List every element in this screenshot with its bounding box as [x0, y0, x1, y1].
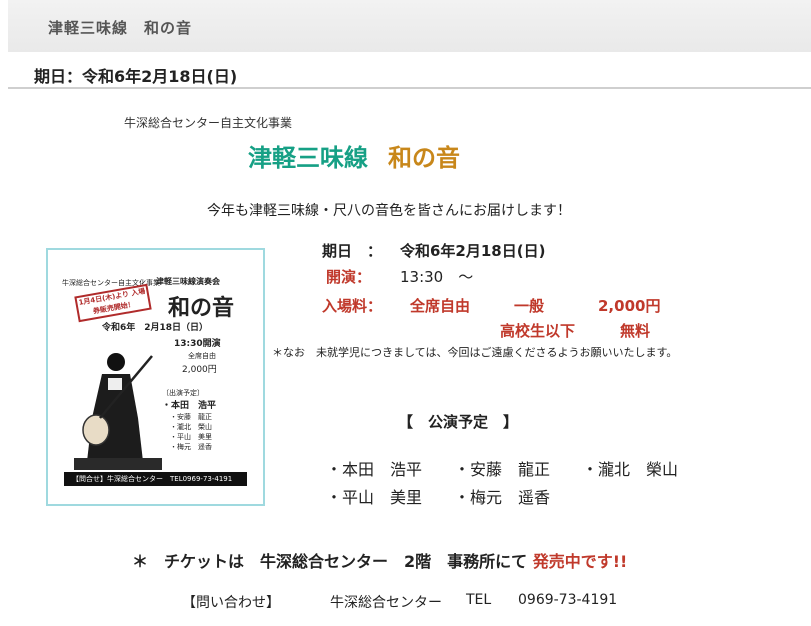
general-label: 一般	[514, 297, 545, 315]
event-title-a: 津軽三味線	[248, 144, 368, 172]
ticket-text: ＊ チケットは 牛深総合センター 2階 事務所にて	[132, 552, 528, 571]
start-value: 13:30 ～	[400, 268, 474, 286]
poster-big-title: 和の音	[168, 296, 235, 321]
poster-time: 13:30開演	[174, 339, 221, 349]
poster-cast-2: ・安藤 龍正	[170, 413, 212, 421]
note-text: ＊なお 未就学児につきましては、今回はご遠慮くださるようお願いいたします。	[272, 346, 678, 359]
admission-seat: 全席自由	[410, 297, 471, 315]
student-label: 高校生以下	[500, 322, 576, 340]
poster-cast-4: ・平山 美里	[170, 433, 212, 441]
contact-venue: 牛深総合センター	[330, 595, 442, 611]
organizer-text: 牛深総合センター自主文化事業	[124, 116, 293, 130]
poster-sale-tag: 1月4日(木)より 入場券販売開始！	[74, 283, 152, 323]
poster-cast-label: 〔出演予定〕	[162, 389, 204, 397]
date-label: 期日 ：	[322, 242, 383, 260]
poster-cast-5: ・梅元 遥香	[170, 443, 212, 451]
page-title: 津軽三味線 和の音	[48, 19, 193, 37]
general-price: 2,000円	[598, 297, 661, 315]
event-poster: 牛深総合センター自主文化事業 津軽三味線演奏会 1月4日(木)より 入場券販売開…	[46, 248, 265, 506]
ticket-info: ＊ チケットは 牛深総合センター 2階 事務所にて 発売中です!!	[132, 548, 627, 572]
admission-label: 入場料：	[322, 297, 383, 315]
performers-row-1: ・本田 浩平 ・安藤 龍正 ・瀧北 榮山	[326, 460, 679, 479]
poster-cast-1: ・本田 浩平	[162, 401, 217, 411]
performers-row-2: ・平山 美里 ・梅元 遥香	[326, 488, 551, 507]
performer-image	[72, 348, 164, 470]
event-title-b: 和の音	[388, 144, 460, 172]
poster-seat: 全席自由	[188, 352, 216, 360]
program-title: 【 公演予定 】	[398, 413, 519, 431]
start-label: 開演：	[326, 268, 372, 286]
poster-date: 令和6年 2月18日（日）	[102, 323, 209, 333]
poster-price: 2,000円	[182, 365, 217, 375]
ticket-highlight: 発売中です!!	[532, 552, 628, 571]
student-price: 無料	[620, 322, 651, 340]
contact-label: 【問い合わせ】	[182, 595, 280, 611]
page-header: 津軽三味線 和の音	[8, 0, 811, 52]
event-tagline: 今年も津軽三味線・尺八の音色を皆さんにお届けします！	[207, 203, 571, 219]
poster-footer: 【問合せ】牛深総合センター TEL0969-73-4191	[64, 472, 247, 486]
poster-cast-3: ・瀧北 榮山	[170, 423, 212, 431]
poster-series: 津軽三味線演奏会	[156, 277, 220, 286]
poster-inner: 牛深総合センター自主文化事業 津軽三味線演奏会 1月4日(木)より 入場券販売開…	[58, 258, 253, 496]
contact-tel: 0969-73-4191	[518, 592, 618, 608]
date-heading: 期日：令和6年2月18日(日)	[34, 67, 238, 86]
event-title: 津軽三味線 和の音	[248, 138, 460, 173]
date-bar: 期日：令和6年2月18日(日)	[8, 55, 811, 89]
date-value: 令和6年2月18日(日)	[400, 242, 546, 260]
contact-tel-label: TEL	[466, 592, 492, 608]
